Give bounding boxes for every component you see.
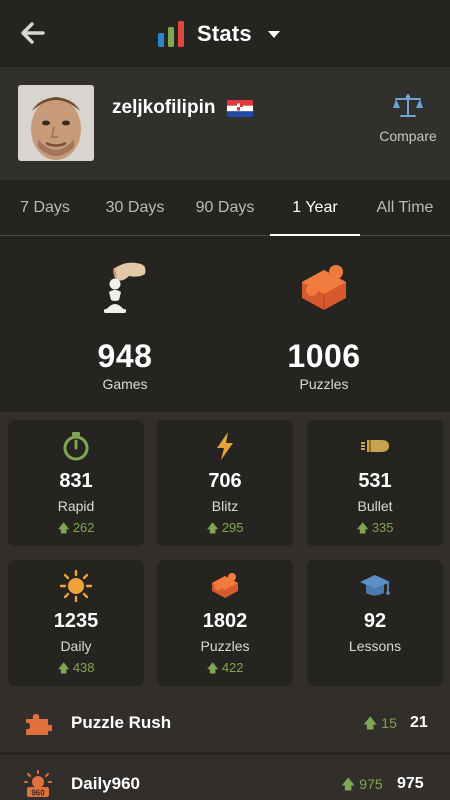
pawn-hand-icon [104, 262, 146, 313]
bar-chart-icon [158, 21, 184, 47]
card-blitz[interactable]: 706 Blitz 🡅 295 [157, 420, 293, 546]
blitz-label: Blitz [211, 498, 239, 514]
tab-1-year[interactable]: 1 Year [270, 180, 360, 237]
puzzles-summary[interactable]: 1006 Puzzles [254, 258, 394, 392]
arrow-up-icon: 🡅 [57, 661, 70, 675]
daily-label: Daily [60, 638, 92, 654]
arrow-left-icon[interactable] [20, 20, 46, 46]
games-summary[interactable]: 948 Games [55, 258, 195, 392]
blitz-rating: 706 [208, 470, 242, 492]
puzzles-change: 🡅 422 [206, 660, 244, 675]
daily960-label: Daily960 [71, 774, 140, 793]
puzzles-count: 1006 [287, 338, 361, 374]
arrow-up-icon: 🡅 [206, 521, 219, 535]
top-bar: Stats [0, 0, 450, 67]
daily960-icon: 960 [24, 770, 52, 798]
arrow-up-icon: 🡅 [206, 661, 219, 675]
daily-change: 🡅 438 [57, 660, 95, 675]
tab-90-days[interactable]: 90 Days [180, 180, 270, 236]
tab-30-days[interactable]: 30 Days [90, 180, 180, 236]
arrow-up-icon: 🡅 [356, 521, 369, 535]
page-title: Stats [197, 21, 252, 46]
blitz-change: 🡅 295 [206, 520, 244, 535]
puzzle-rush-change: 🡅 15 [363, 715, 397, 731]
username[interactable]: zeljkofilipin [112, 97, 215, 119]
bullet-label: Bullet [357, 498, 393, 514]
arrow-up-icon: 🡅 [363, 715, 382, 731]
graduation-cap-icon [360, 575, 390, 596]
row-puzzle-rush[interactable]: Puzzle Rush 🡅 15 21 [0, 694, 450, 752]
puzzle-icon [212, 573, 238, 598]
card-puzzles[interactable]: 1802 Puzzles 🡅 422 [157, 560, 293, 686]
card-rapid[interactable]: 831 Rapid 🡅 262 [8, 420, 144, 546]
games-label: Games [102, 376, 148, 392]
lessons-label: Lessons [348, 638, 402, 654]
bullet-change: 🡅 335 [356, 520, 394, 535]
stopwatch-icon [63, 432, 89, 461]
scales-icon [393, 94, 423, 117]
rapid-label: Rapid [57, 498, 95, 514]
bullet-rating: 531 [358, 470, 392, 492]
card-bullet[interactable]: 531 Bullet 🡅 335 [307, 420, 443, 546]
summary-section: 948 Games 1006 Puzzles [0, 236, 450, 412]
puzzles-rating: 1802 [202, 610, 248, 632]
bullet-icon [361, 440, 389, 452]
card-daily[interactable]: 1235 Daily 🡅 438 [8, 560, 144, 686]
puzzles-card-label: Puzzles [200, 638, 250, 654]
card-lessons[interactable]: 92 Lessons [307, 560, 443, 686]
games-count: 948 [97, 338, 153, 374]
puzzle-rush-icon [26, 714, 52, 735]
rapid-change: 🡅 262 [57, 520, 95, 535]
caret-down-icon[interactable] [267, 30, 280, 38]
puzzle-rush-score: 21 [410, 714, 428, 731]
profile-header: zeljkofilipin Compare [0, 67, 450, 180]
row-daily960[interactable]: 960 Daily960 🡅 975 975 [0, 755, 450, 800]
daily960-score: 975 [397, 775, 424, 792]
daily960-change: 🡅 975 [341, 776, 383, 792]
croatia-flag-icon [227, 100, 253, 117]
daily-rating: 1235 [53, 610, 99, 632]
svg-text:960: 960 [31, 789, 45, 798]
puzzle-piece-icon [302, 265, 346, 310]
avatar[interactable] [18, 85, 94, 161]
time-range-tabs: 7 Days 30 Days 90 Days 1 Year All Time [0, 180, 450, 237]
puzzle-rush-label: Puzzle Rush [71, 713, 172, 732]
tab-7-days[interactable]: 7 Days [0, 180, 90, 236]
rapid-rating: 831 [59, 470, 93, 492]
rating-cards-grid: 831 Rapid 🡅 262 706 Blitz 🡅 295 531 Bullet… [0, 412, 450, 694]
compare-label: Compare [379, 128, 437, 144]
lightning-icon [217, 432, 233, 460]
arrow-up-icon: 🡅 [341, 776, 360, 792]
puzzles-label: Puzzles [299, 376, 349, 392]
compare-button[interactable]: Compare [370, 93, 446, 144]
arrow-up-icon: 🡅 [57, 521, 70, 535]
sun-icon [60, 570, 92, 602]
stats-title-dropdown[interactable]: Stats [157, 19, 280, 49]
tab-all-time[interactable]: All Time [360, 180, 450, 236]
lessons-count: 92 [363, 610, 387, 632]
